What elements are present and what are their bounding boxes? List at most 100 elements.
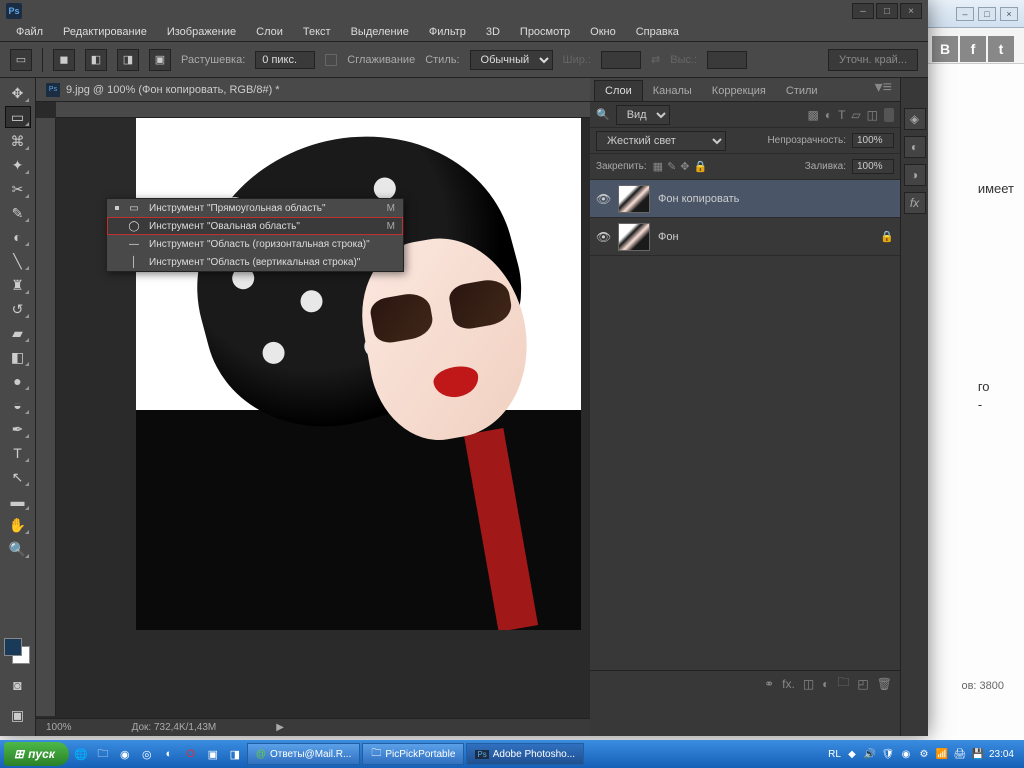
task-picpick[interactable]: 🗀PicPickPortable (362, 743, 464, 765)
flyout-ellipse-marquee[interactable]: ◯ Инструмент "Овальная область" M (107, 217, 403, 235)
marquee-tool[interactable]: ▭ (5, 106, 31, 128)
ps-close-button[interactable]: × (900, 3, 922, 19)
ps-maximize-button[interactable]: □ (876, 3, 898, 19)
opacity-input[interactable] (852, 133, 894, 148)
menu-select[interactable]: Выделение (343, 24, 417, 40)
tray-icon[interactable]: 📶 (935, 747, 949, 761)
ruler-horizontal[interactable] (56, 102, 590, 118)
menu-filter[interactable]: Фильтр (421, 24, 474, 40)
flyout-row-marquee[interactable]: — Инструмент "Область (горизонтальная ст… (107, 235, 403, 253)
history-brush-tool[interactable]: ↺ (5, 298, 31, 320)
eraser-tool[interactable]: ▰ (5, 322, 31, 344)
foreground-swatch[interactable] (4, 638, 22, 656)
eyedropper-tool[interactable]: ✎ (5, 202, 31, 224)
intersect-selection-icon[interactable]: ▣ (149, 49, 171, 71)
layer-row[interactable]: 👁 Фон копировать (590, 180, 900, 218)
lang-indicator[interactable]: RL (828, 749, 841, 760)
lock-position-icon[interactable]: ✎ (667, 160, 676, 173)
lock-pixels-icon[interactable]: ▦ (653, 160, 663, 173)
new-layer-icon[interactable]: ◰ (857, 677, 868, 691)
layer-name[interactable]: Фон копировать (658, 193, 739, 205)
move-tool[interactable]: ✥ (5, 82, 31, 104)
ql-app3-icon[interactable]: ◐ (159, 744, 179, 764)
refine-edge-button[interactable]: Уточн. край... (828, 49, 918, 71)
filter-type-icon[interactable]: T (838, 108, 845, 122)
mask-icon[interactable]: ◫ (803, 677, 814, 691)
tray-icon[interactable]: ◆ (845, 747, 859, 761)
ql-opera-icon[interactable]: O (181, 744, 201, 764)
ps-menubar[interactable]: Файл Редактирование Изображение Слои Тек… (0, 22, 928, 42)
brush-tool[interactable]: ╲ (5, 250, 31, 272)
tab-channels[interactable]: Каналы (643, 81, 702, 101)
vk-icon[interactable]: B (932, 36, 958, 62)
add-selection-icon[interactable]: ◧ (85, 49, 107, 71)
layer-row[interactable]: 👁 Фон 🔒 (590, 218, 900, 256)
style-select[interactable]: Обычный (470, 50, 553, 70)
zoom-tool[interactable]: 🔍 (5, 538, 31, 560)
taskbar[interactable]: ⊞ пуск 🌐 🗀 ◉ ◎ ◐ O ▣ ◨ @Ответы@Mail.R...… (0, 740, 1024, 768)
filter-img-icon[interactable]: ▩ (807, 108, 818, 122)
new-selection-icon[interactable]: ◼ (53, 49, 75, 71)
delete-layer-icon[interactable]: 🗑 (877, 677, 892, 691)
pen-tool[interactable]: ✒ (5, 418, 31, 440)
visibility-icon[interactable]: 👁 (596, 230, 610, 244)
crop-tool[interactable]: ✂ (5, 178, 31, 200)
menu-layer[interactable]: Слои (248, 24, 291, 40)
menu-image[interactable]: Изображение (159, 24, 244, 40)
layer-filter-select[interactable]: Вид (616, 105, 670, 125)
feather-input[interactable] (255, 51, 315, 69)
task-photoshop[interactable]: PsAdobe Photosho... (466, 743, 584, 765)
ql-app5-icon[interactable]: ◨ (225, 744, 245, 764)
filter-smart-icon[interactable]: ◫ (867, 108, 878, 122)
wand-tool[interactable]: ✦ (5, 154, 31, 176)
menu-window[interactable]: Окно (582, 24, 624, 40)
dock-styles-icon[interactable]: fx (904, 192, 926, 214)
layer-thumb[interactable] (618, 185, 650, 213)
panel-menu-icon[interactable]: ▾≡ (871, 73, 896, 101)
tw-icon[interactable]: t (988, 36, 1014, 62)
dock-layers-icon[interactable]: ◈ (904, 108, 926, 130)
gradient-tool[interactable]: ◧ (5, 346, 31, 368)
ql-app2-icon[interactable]: ◎ (137, 744, 157, 764)
menu-3d[interactable]: 3D (478, 24, 508, 40)
link-layers-icon[interactable]: ⚭ (764, 677, 774, 691)
start-button[interactable]: ⊞ пуск (4, 742, 69, 766)
flyout-col-marquee[interactable]: │ Инструмент "Область (вертикальная стро… (107, 253, 403, 271)
ql-app1-icon[interactable]: ◉ (115, 744, 135, 764)
tool-preset-icon[interactable]: ▭ (10, 49, 32, 71)
tray-icon[interactable]: 💾 (971, 747, 985, 761)
ql-browser-icon[interactable]: 🌐 (71, 744, 91, 764)
layer-name[interactable]: Фон (658, 231, 679, 243)
bg-minimize[interactable]: – (956, 7, 974, 21)
stamp-tool[interactable]: ♜ (5, 274, 31, 296)
system-tray[interactable]: RL ◆ 🔊 🛡 ◉ ⚙ 📶 🖨 💾 23:04 (822, 747, 1020, 761)
filter-adj-icon[interactable]: ◐ (825, 108, 832, 122)
filter-toggle[interactable] (884, 108, 894, 122)
ps-titlebar[interactable]: Ps – □ × (0, 0, 928, 22)
panel-tabs[interactable]: Слои Каналы Коррекция Стили ▾≡ (590, 78, 900, 102)
fb-icon[interactable]: f (960, 36, 986, 62)
blend-mode-select[interactable]: Жесткий свет (596, 131, 726, 151)
healing-tool[interactable]: ◐ (5, 226, 31, 248)
lock-all-icon[interactable]: 🔒 (694, 160, 708, 173)
tab-styles[interactable]: Стили (776, 81, 828, 101)
tray-icon[interactable]: 🔊 (863, 747, 877, 761)
bg-maximize[interactable]: □ (978, 7, 996, 21)
marquee-flyout[interactable]: ▭ Инструмент "Прямоугольная область" M ◯… (106, 198, 404, 272)
subtract-selection-icon[interactable]: ◨ (117, 49, 139, 71)
quickmask-button[interactable]: ◙ (5, 674, 31, 696)
menu-view[interactable]: Просмотр (512, 24, 578, 40)
tray-icon[interactable]: 🖨 (953, 747, 967, 761)
lasso-tool[interactable]: ⌘ (5, 130, 31, 152)
filter-shape-icon[interactable]: ▱ (851, 108, 860, 122)
ruler-vertical[interactable] (36, 118, 56, 716)
tray-icon[interactable]: ⚙ (917, 747, 931, 761)
status-arrow-icon[interactable]: ▶ (276, 722, 284, 733)
blur-tool[interactable]: ● (5, 370, 31, 392)
flyout-rect-marquee[interactable]: ▭ Инструмент "Прямоугольная область" M (107, 199, 403, 217)
dodge-tool[interactable]: ◒ (5, 394, 31, 416)
dock-adjust-icon[interactable]: ◑ (904, 164, 926, 186)
document-tab[interactable]: Ps 9.jpg @ 100% (Фон копировать, RGB/8#)… (36, 78, 590, 102)
tab-layers[interactable]: Слои (594, 80, 643, 101)
visibility-icon[interactable]: 👁 (596, 192, 610, 206)
